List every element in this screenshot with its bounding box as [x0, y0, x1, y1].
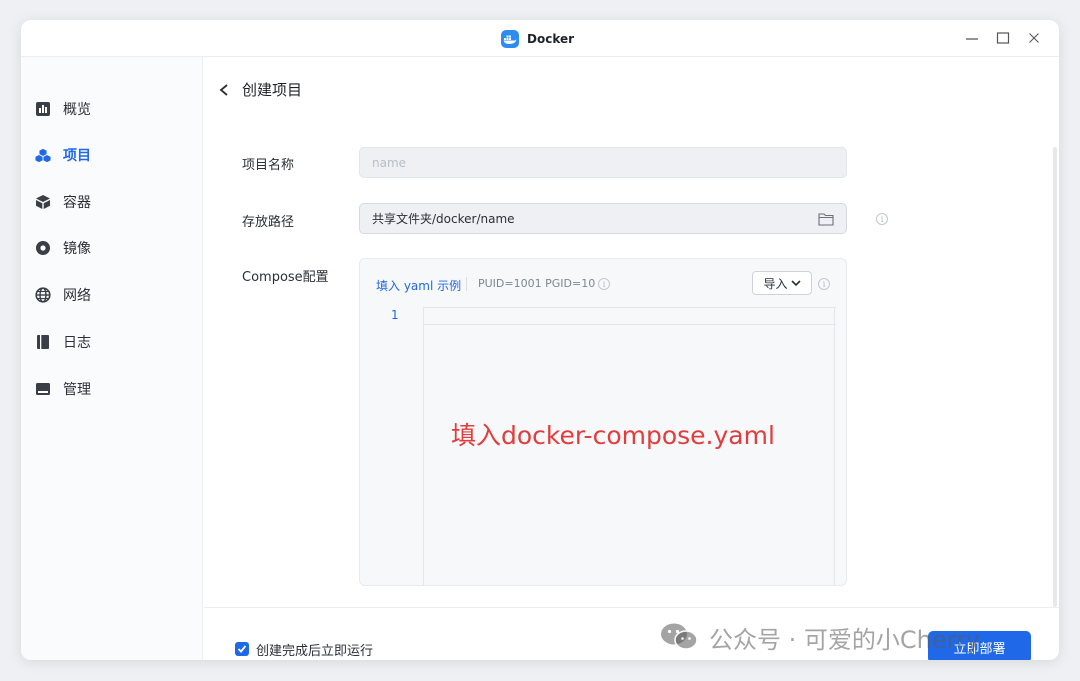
panel-icon: [35, 381, 51, 397]
sidebar-item-logs[interactable]: 日志: [35, 330, 91, 354]
docker-window: Docker 概览 项目 容器 镜像 网络 日志 管理 创建项目 项目名称 na…: [21, 20, 1059, 660]
sidebar-item-overview[interactable]: 概览: [35, 97, 91, 121]
chart-bar-icon: [35, 101, 51, 117]
cubes-icon: [35, 147, 51, 163]
editor-right-border: [834, 307, 835, 585]
toolbar-divider: [466, 277, 467, 291]
storage-path-value: 共享文件夹/docker/name: [372, 212, 515, 226]
sidebar: 概览 项目 容器 镜像 网络 日志 管理: [21, 57, 203, 660]
storage-path-input[interactable]: 共享文件夹/docker/name: [359, 203, 847, 234]
book-icon: [35, 334, 51, 350]
title-bar: Docker: [21, 20, 1059, 57]
yaml-code-editor[interactable]: 1 填入docker-compose.yaml: [360, 307, 836, 585]
disc-icon: [35, 240, 51, 256]
line-number: 1: [391, 308, 399, 322]
annotation-text: 填入docker-compose.yaml: [451, 421, 775, 450]
puid-info-icon[interactable]: i: [598, 278, 610, 290]
watermark: 公众号 · 可爱的小Cherry: [659, 620, 980, 654]
storage-path-label: 存放路径: [242, 215, 295, 230]
close-icon[interactable]: [1025, 29, 1043, 47]
globe-icon: [35, 287, 51, 303]
sidebar-item-label: 管理: [63, 382, 91, 398]
sidebar-item-label: 镜像: [63, 241, 91, 257]
scrollbar[interactable]: [1053, 147, 1057, 607]
back-arrow-icon[interactable]: [218, 80, 236, 100]
line-number-gutter: 1: [360, 307, 424, 585]
sidebar-item-label: 网络: [63, 288, 91, 304]
compose-toolbar: 填入 yaml 示例 PUID=1001 PGID=10 i 导入 i: [360, 259, 846, 307]
import-label: 导入: [763, 276, 788, 291]
fill-yaml-example-link[interactable]: 填入 yaml 示例: [376, 277, 461, 294]
project-name-input[interactable]: name: [359, 147, 847, 178]
main-content: 创建项目 项目名称 name 存放路径 共享文件夹/docker/name i …: [204, 57, 1059, 660]
box-icon: [35, 194, 51, 210]
maximize-icon[interactable]: [994, 29, 1012, 47]
folder-icon[interactable]: [818, 212, 834, 226]
minimize-icon[interactable]: [963, 29, 981, 47]
auto-run-label[interactable]: 创建完成后立即运行: [256, 640, 373, 659]
sidebar-item-label: 项目: [63, 148, 91, 164]
compose-config-label: Compose配置: [242, 270, 329, 285]
chevron-down-icon: [790, 279, 801, 287]
import-dropdown-button[interactable]: 导入: [752, 271, 812, 295]
docker-icon: [501, 30, 519, 48]
sidebar-item-label: 概览: [63, 102, 91, 118]
compose-editor-panel: 填入 yaml 示例 PUID=1001 PGID=10 i 导入 i 1 填入…: [359, 258, 847, 586]
active-line-highlight: [424, 307, 836, 325]
sidebar-item-manage[interactable]: 管理: [35, 377, 91, 401]
sidebar-item-images[interactable]: 镜像: [35, 236, 91, 260]
sidebar-item-projects[interactable]: 项目: [35, 143, 91, 167]
sidebar-item-label: 日志: [63, 335, 91, 351]
path-info-icon[interactable]: i: [876, 213, 888, 225]
window-title: Docker: [527, 32, 575, 46]
sidebar-item-label: 容器: [63, 195, 91, 211]
wechat-icon: [659, 622, 701, 652]
page-header: 创建项目: [218, 79, 302, 100]
project-name-label: 项目名称: [242, 158, 295, 173]
sidebar-item-containers[interactable]: 容器: [35, 190, 91, 214]
window-title-group: Docker: [501, 29, 574, 49]
page-title: 创建项目: [242, 81, 303, 99]
auto-run-checkbox[interactable]: [235, 642, 249, 656]
project-name-placeholder: name: [372, 155, 407, 170]
watermark-text: 公众号 · 可爱的小Cherry: [709, 625, 981, 654]
sidebar-item-network[interactable]: 网络: [35, 283, 91, 307]
import-info-icon[interactable]: i: [818, 278, 830, 290]
puid-pgid-text: PUID=1001 PGID=10: [478, 277, 596, 290]
